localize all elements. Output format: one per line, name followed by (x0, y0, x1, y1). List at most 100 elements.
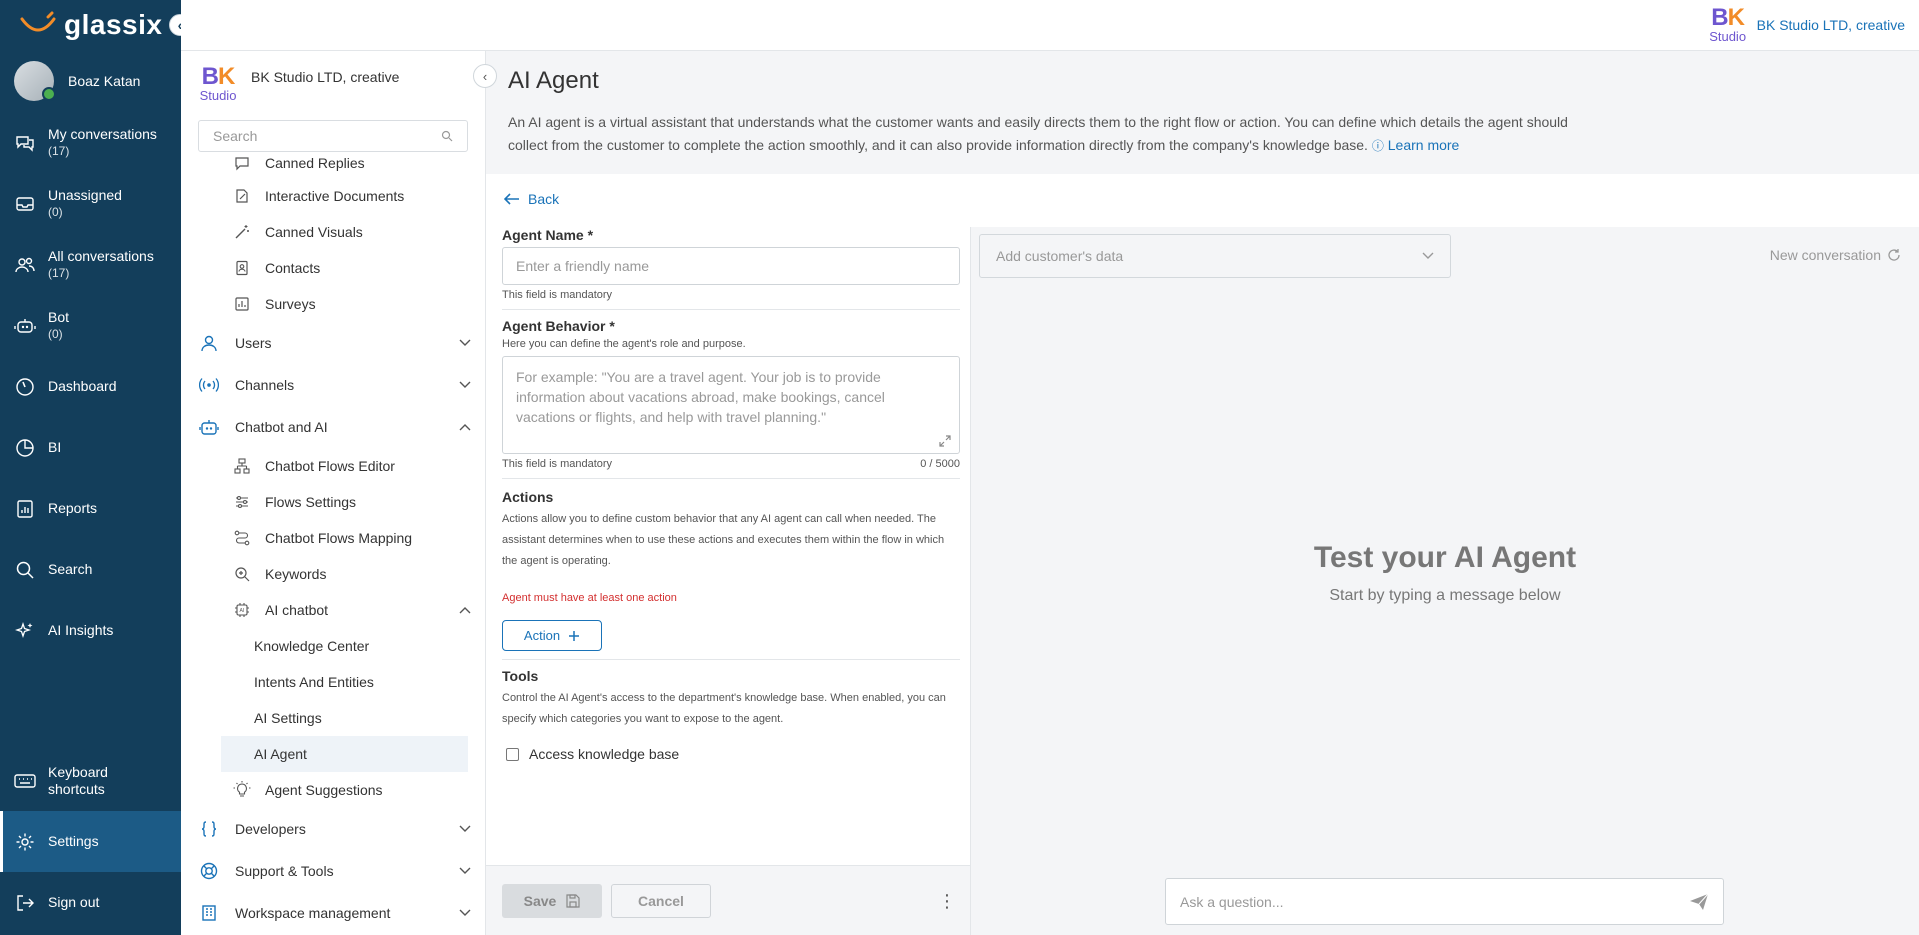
sidebar-group-ai-chatbot[interactable]: AI AI chatbot (181, 592, 485, 628)
bk-logo-studio: Studio (199, 88, 237, 103)
sidebar-item-label: Agent Suggestions (265, 782, 383, 798)
customer-data-placeholder: Add customer's data (996, 248, 1124, 264)
expand-icon[interactable] (939, 435, 951, 447)
sidebar-group-users[interactable]: Users (181, 322, 485, 364)
chevron-down-icon (459, 381, 471, 389)
sidebar-item-interactive-documents[interactable]: Interactive Documents (181, 178, 485, 214)
learn-more-link[interactable]: ⓘ Learn more (1372, 137, 1460, 153)
bk-logo-studio: Studio (1709, 29, 1747, 44)
sidebar-item-label: Workspace management (235, 905, 391, 921)
chevron-down-icon (459, 825, 471, 833)
refresh-icon (1887, 248, 1901, 262)
settings-sidebar: BK Studio BK Studio LTD, creative Search… (181, 51, 486, 935)
sidebar-group-channels[interactable]: Channels (181, 364, 485, 406)
sidebar-group-chatbot-and-ai[interactable]: Chatbot and AI (181, 406, 485, 448)
report-icon (14, 498, 36, 520)
test-agent-pane: Add customer's data New conversation Tes… (970, 227, 1919, 935)
inbox-icon (14, 193, 36, 215)
sidebar-item-knowledge-center[interactable]: Knowledge Center (181, 628, 485, 664)
sidebar-item-label: Contacts (265, 260, 321, 276)
user-name: Boaz Katan (68, 73, 141, 89)
access-knowledge-base-checkbox[interactable] (506, 747, 519, 761)
avatar (14, 61, 56, 101)
divider (502, 659, 960, 660)
sidebar-item-label: Chatbot Flows Mapping (265, 530, 413, 546)
nav-search[interactable]: Search (0, 539, 181, 600)
nav-dashboard[interactable]: Dashboard (0, 356, 181, 417)
workspace-brand[interactable]: BK Studio BK Studio LTD, creative (1707, 6, 1905, 44)
sidebar-item-canned-visuals[interactable]: Canned Visuals (181, 214, 485, 250)
nav-bi[interactable]: BI (0, 417, 181, 478)
top-bar: BK Studio BK Studio LTD, creative (181, 0, 1919, 51)
agent-name-input[interactable]: Enter a friendly name (502, 247, 960, 285)
new-conversation-label: New conversation (1769, 247, 1881, 263)
sidebar-item-chatbot-flows-editor[interactable]: Chatbot Flows Editor (181, 448, 485, 484)
divider (502, 309, 960, 310)
sidebar-item-canned-replies[interactable]: Canned Replies (181, 148, 485, 178)
agent-name-label: Agent Name * (502, 227, 594, 243)
sidebar-item-surveys[interactable]: Surveys (181, 286, 485, 322)
sidebar-item-label: AI Agent (254, 746, 307, 762)
cancel-button[interactable]: Cancel (611, 884, 711, 918)
save-label: Save (523, 893, 557, 909)
sidebar-item-chatbot-flows-mapping[interactable]: Chatbot Flows Mapping (181, 520, 485, 556)
sidebar-item-keywords[interactable]: Keywords (181, 556, 485, 592)
agent-behavior-help: Here you can define the agent's role and… (502, 338, 746, 350)
nav-my-conversations[interactable]: My conversations (17) (0, 112, 181, 173)
chevron-down-icon (1422, 252, 1434, 260)
sidebar-group-workspace-management[interactable]: Workspace management (181, 892, 485, 934)
page-header: AI Agent An AI agent is a virtual assist… (486, 51, 1919, 174)
nav-reports[interactable]: Reports (0, 478, 181, 539)
access-knowledge-base-label: Access knowledge base (529, 746, 680, 762)
info-icon: ⓘ (1371, 139, 1384, 153)
sidebar-item-agent-suggestions[interactable]: Agent Suggestions (181, 772, 485, 808)
sparkle-icon (14, 620, 36, 642)
keyboard-icon (14, 770, 36, 792)
sidebar-group-support-tools[interactable]: Support & Tools (181, 850, 485, 892)
nav-label: Reports (48, 500, 98, 516)
nav-all-conversations[interactable]: All conversations (17) (0, 234, 181, 295)
sidebar-group-developers[interactable]: Developers (181, 808, 485, 850)
customer-data-dropdown[interactable]: Add customer's data (979, 234, 1451, 278)
actions-description: Actions allow you to define custom behav… (502, 513, 945, 567)
nav-label: Sign out (48, 894, 100, 910)
sidebar-item-ai-settings[interactable]: AI Settings (181, 700, 485, 736)
sidebar-item-flows-settings[interactable]: Flows Settings (181, 484, 485, 520)
new-conversation-button[interactable]: New conversation (1770, 247, 1901, 263)
document-edit-icon (233, 187, 251, 205)
sidebar-item-contacts[interactable]: Contacts (181, 250, 485, 286)
nav-bot[interactable]: Bot (0) (0, 295, 181, 356)
page-description: An AI agent is a virtual assistant that … (508, 111, 1598, 158)
bk-studio-logo: BK Studio (197, 65, 239, 103)
users-icon (14, 254, 36, 276)
send-icon[interactable] (1689, 893, 1709, 911)
workspace-name: BK Studio LTD, creative (1756, 17, 1905, 33)
user-profile[interactable]: Boaz Katan (0, 50, 181, 112)
sidebar-item-ai-agent[interactable]: AI Agent (221, 736, 468, 772)
collapse-sidebar-button[interactable]: ‹ (473, 64, 497, 88)
nav-settings[interactable]: Settings (0, 811, 181, 872)
back-link[interactable]: Back (504, 191, 559, 207)
nav-keyboard-shortcuts[interactable]: Keyboard shortcuts (0, 750, 181, 811)
cancel-label: Cancel (638, 893, 684, 909)
more-options-icon[interactable]: ⋮ (938, 892, 956, 910)
ask-question-input[interactable]: Ask a question... (1165, 878, 1724, 925)
nav-ai-insights[interactable]: AI Insights (0, 600, 181, 661)
search-icon (441, 130, 453, 142)
logo: glassix ‹ (0, 0, 191, 50)
page-title: AI Agent (508, 67, 599, 94)
ask-placeholder: Ask a question... (1180, 893, 1284, 910)
test-subtitle: Start by typing a message below (1329, 587, 1561, 604)
gear-icon (14, 831, 36, 853)
agent-behavior-textarea[interactable]: For example: "You are a travel agent. Yo… (502, 356, 960, 454)
sidebar-item-intents-and-entities[interactable]: Intents And Entities (181, 664, 485, 700)
nav-unassigned[interactable]: Unassigned (0) (0, 173, 181, 234)
save-button[interactable]: Save (502, 884, 602, 918)
test-title: Test your AI Agent (1313, 541, 1577, 574)
add-action-button[interactable]: Action (502, 620, 602, 651)
nav-sign-out[interactable]: Sign out (0, 872, 181, 933)
search-plus-icon (233, 565, 251, 583)
robot-icon (199, 417, 219, 437)
nav-label: Keyboard shortcuts (48, 763, 108, 797)
access-knowledge-base-option[interactable]: Access knowledge base (502, 746, 960, 762)
